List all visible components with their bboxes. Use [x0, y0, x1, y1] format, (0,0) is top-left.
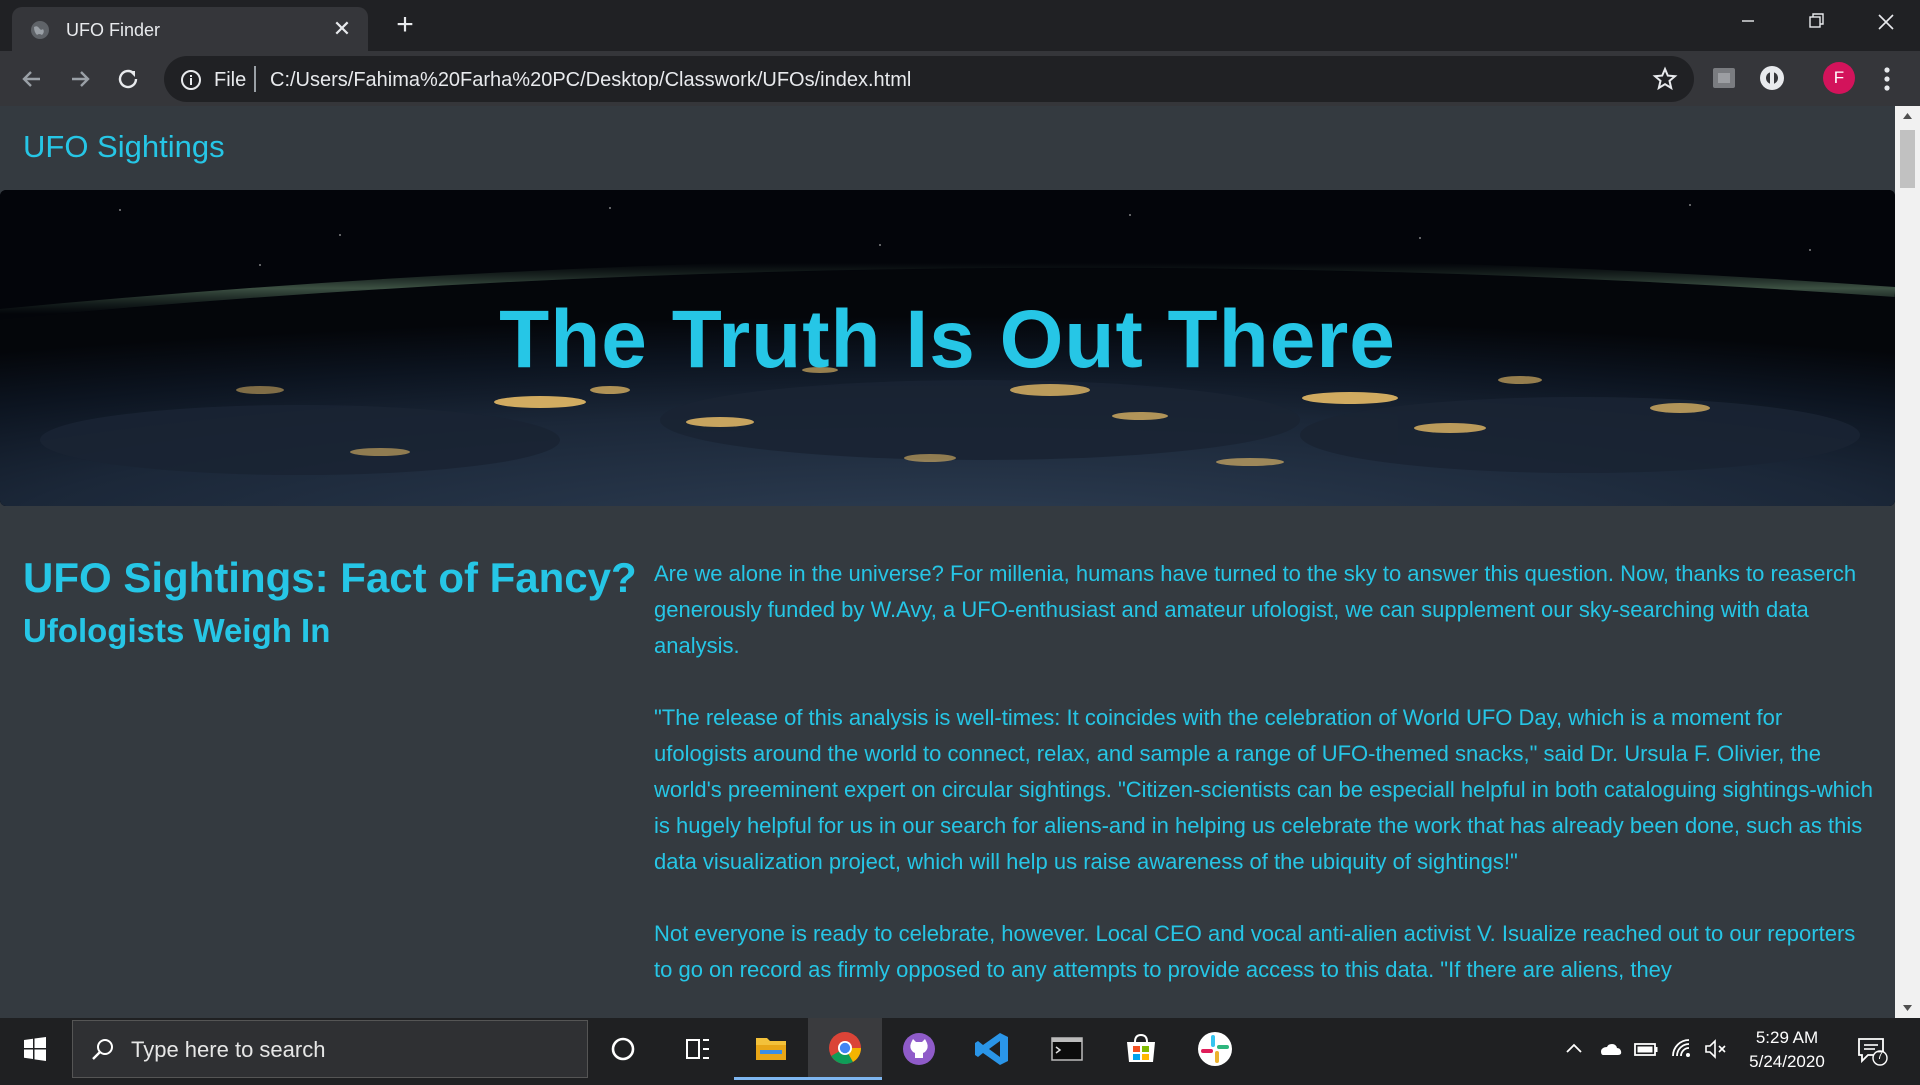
chrome-taskbar-button[interactable]	[808, 1018, 882, 1080]
cortana-circle-icon	[611, 1037, 635, 1061]
vscode-button[interactable]	[956, 1018, 1030, 1080]
chrome-icon	[829, 1032, 862, 1065]
folder-icon	[756, 1038, 786, 1060]
show-hidden-icons-chevron-icon[interactable]	[1561, 1036, 1587, 1062]
onedrive-cloud-icon[interactable]	[1597, 1036, 1623, 1062]
window-close-button[interactable]	[1852, 0, 1920, 44]
notification-count-badge: 7	[1876, 1050, 1884, 1062]
back-icon[interactable]	[16, 63, 48, 95]
terminal-icon	[1051, 1037, 1083, 1061]
restore-icon	[1809, 13, 1824, 28]
terminal-button[interactable]	[1030, 1018, 1104, 1080]
globe-icon	[31, 21, 49, 39]
microsoft-store-button[interactable]	[1104, 1018, 1178, 1080]
browser-menu-icon[interactable]	[1873, 63, 1901, 95]
volume-muted-icon[interactable]	[1703, 1036, 1729, 1062]
task-view-button[interactable]	[660, 1018, 734, 1080]
tab-close-icon[interactable]: ✕	[330, 17, 354, 41]
task-view-icon	[686, 1039, 709, 1059]
url-scheme-label: File	[214, 69, 247, 91]
clock-time: 5:29 AM	[1755, 1028, 1819, 1047]
hero-banner: The Truth Is Out There	[0, 190, 1895, 506]
search-icon	[92, 1039, 113, 1060]
close-icon	[1878, 14, 1894, 30]
navbar-brand-link[interactable]: UFO Sightings	[23, 129, 225, 165]
window-restore-button[interactable]	[1782, 0, 1850, 44]
wifi-icon[interactable]	[1669, 1036, 1695, 1062]
store-icon	[1127, 1033, 1155, 1062]
github-desktop-button[interactable]	[882, 1018, 956, 1080]
profile-avatar[interactable]: F	[1823, 62, 1855, 94]
window-minimize-button[interactable]	[1714, 0, 1782, 44]
vertical-scrollbar[interactable]	[1895, 106, 1920, 1018]
clock-date: 5/24/2020	[1749, 1052, 1825, 1071]
article-paragraph: Not everyone is ready to celebrate, howe…	[654, 921, 1856, 982]
article-paragraph: Are we alone in the universe? For millen…	[654, 561, 1857, 658]
new-tab-button[interactable]: +	[390, 10, 420, 41]
windows-taskbar: Type here to search 5:29 AM 5/24/2020 7	[0, 1018, 1920, 1080]
info-icon[interactable]	[180, 69, 202, 91]
bookmark-star-icon[interactable]	[1652, 66, 1678, 92]
slack-icon	[1198, 1032, 1232, 1066]
url-text[interactable]: C:/Users/Fahima%20Farha%20PC/Desktop/Cla…	[270, 69, 911, 92]
vscode-icon	[975, 1033, 1008, 1065]
tab-title: UFO Finder	[66, 20, 161, 40]
url-separator	[254, 66, 256, 92]
browser-tab[interactable]: UFO Finder ✕	[12, 7, 368, 51]
extension-circle-icon[interactable]	[1757, 63, 1787, 93]
scroll-up-arrow-icon[interactable]	[1895, 106, 1920, 126]
taskbar-search-box[interactable]: Type here to search	[72, 1020, 588, 1078]
section-subtitle: Ufologists Weigh In	[23, 612, 331, 649]
scrollbar-thumb[interactable]	[1900, 130, 1915, 188]
page-viewport: UFO Sightings The Truth Is Out There UFO…	[0, 106, 1895, 1018]
article-body: Are we alone in the universe? For millen…	[654, 556, 1876, 1018]
search-placeholder: Type here to search	[131, 1037, 326, 1062]
scroll-down-arrow-icon[interactable]	[1895, 998, 1920, 1018]
battery-icon[interactable]	[1633, 1036, 1659, 1062]
tab-strip: UFO Finder ✕ +	[0, 0, 1920, 51]
address-bar[interactable]: File C:/Users/Fahima%20Farha%20PC/Deskto…	[164, 56, 1694, 102]
extension-icon[interactable]	[1709, 63, 1739, 93]
reload-icon[interactable]	[112, 63, 144, 95]
slack-button[interactable]	[1178, 1018, 1252, 1080]
hero-title: The Truth Is Out There	[499, 294, 1396, 385]
taskbar-clock[interactable]: 5:29 AM 5/24/2020	[1732, 1026, 1842, 1074]
windows-start-icon[interactable]	[0, 1018, 70, 1080]
cortana-button[interactable]	[586, 1018, 660, 1080]
forward-icon[interactable]	[64, 63, 96, 95]
article-paragraph: "The release of this analysis is well-ti…	[654, 705, 1873, 874]
minimize-icon	[1742, 20, 1754, 22]
github-icon	[903, 1033, 935, 1065]
file-explorer-button[interactable]	[734, 1018, 808, 1080]
section-title: UFO Sightings: Fact of Fancy?	[23, 554, 637, 601]
action-center-button[interactable]: 7	[1856, 1034, 1888, 1066]
browser-toolbar: File C:/Users/Fahima%20Farha%20PC/Deskto…	[0, 51, 1920, 106]
